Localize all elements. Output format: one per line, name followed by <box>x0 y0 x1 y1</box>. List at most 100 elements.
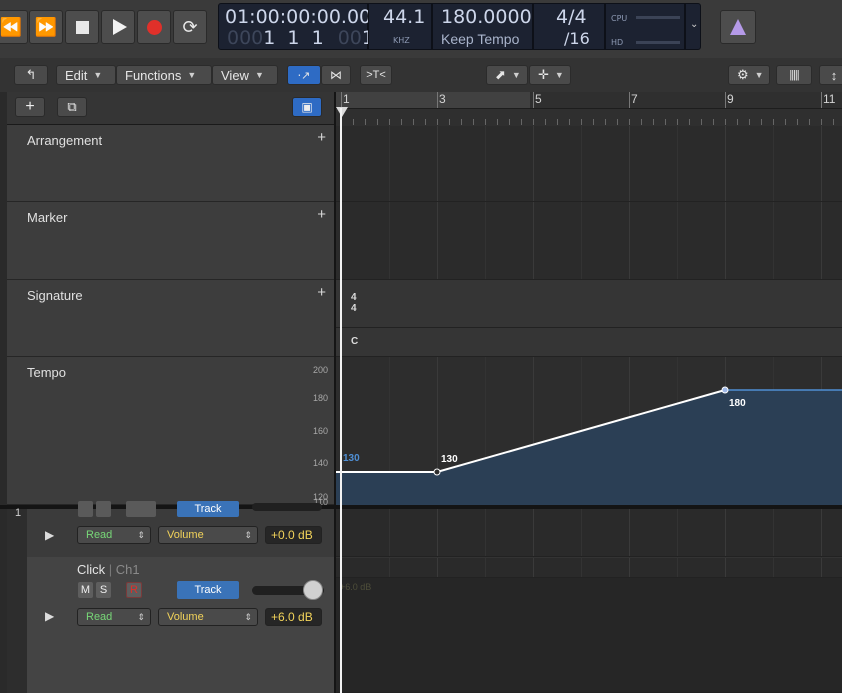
tempo-point[interactable] <box>721 386 729 394</box>
duplicate-track-button[interactable]: ⧉ <box>57 97 87 117</box>
track-header-click[interactable]: Click | Ch1 M S R Track ▶ Read ⇕ Volume ⇕ … <box>7 557 334 693</box>
back-button[interactable]: ↰ <box>14 65 48 85</box>
arrangement-lane[interactable] <box>336 126 842 202</box>
chevron-down-icon: ⌄ <box>690 19 699 30</box>
add-signature-button[interactable]: + <box>317 284 326 301</box>
grid-line <box>677 558 678 577</box>
tempo-scale-label: 180 <box>312 393 328 403</box>
ruler-minor-tick <box>761 119 762 125</box>
track-1-automation-lane[interactable] <box>336 557 842 578</box>
time-signature-event[interactable]: 4 4 <box>351 292 357 314</box>
record-enable-button[interactable]: R <box>126 582 142 598</box>
signature-display[interactable]: 4/4 /16 <box>533 3 605 50</box>
tempo-display[interactable]: 180.0000 Keep Tempo <box>432 3 533 50</box>
record-button[interactable] <box>137 10 171 44</box>
ruler-minor-tick <box>821 119 822 125</box>
signature-lane[interactable]: 4 4 <box>336 280 842 328</box>
marker-lane[interactable] <box>336 202 842 280</box>
mute-button[interactable]: M <box>78 582 93 598</box>
catch-button[interactable]: >T< <box>360 65 392 85</box>
tempo-fill-area <box>336 472 437 505</box>
input-monitor-button[interactable] <box>126 501 156 517</box>
add-arrangement-button[interactable]: + <box>317 129 326 146</box>
lcd-position-display[interactable]: 01:00:00:00.00 0001 1 1001 <box>218 3 374 50</box>
play-button[interactable] <box>101 10 135 44</box>
add-marker-button[interactable]: + <box>317 206 326 223</box>
mute-button[interactable] <box>78 501 93 517</box>
grid-line <box>437 509 438 556</box>
flex-toggle[interactable]: ⋈ <box>321 65 351 85</box>
tempo-value: 180.0000 <box>441 6 532 28</box>
global-track-signature[interactable]: Signature + <box>7 280 334 357</box>
tempo-curve[interactable]: 130 130 180 <box>336 357 842 505</box>
functions-menu[interactable]: Functions ▼ <box>116 65 212 85</box>
edit-menu[interactable]: Edit ▼ <box>56 65 116 85</box>
waveform-zoom-button[interactable]: ||||| <box>776 65 812 85</box>
secondary-tool-menu[interactable]: ✛ ▼ <box>529 65 571 85</box>
view-menu[interactable]: View ▼ <box>212 65 278 85</box>
volume-slider-track[interactable] <box>252 503 322 511</box>
track-button[interactable]: Track <box>177 581 239 599</box>
bar-ruler[interactable]: 1 3 5 7 9 11 <box>336 92 842 127</box>
solo-button[interactable]: S <box>96 582 111 598</box>
vertical-zoom-button[interactable]: ↕ <box>819 65 842 85</box>
grid-line <box>533 509 534 556</box>
tempo-point[interactable] <box>433 468 441 476</box>
chevron-down-icon: ▼ <box>754 70 764 80</box>
grid-line <box>725 126 726 201</box>
timecode-display: 01:00:00:00.00 <box>225 6 372 28</box>
key-lane[interactable]: C <box>336 328 842 357</box>
volume-slider-knob[interactable] <box>303 580 323 600</box>
playhead-marker-icon[interactable] <box>336 107 348 117</box>
automation-value-field[interactable]: +6.0 dB <box>265 608 322 626</box>
automation-mode-select[interactable]: Read ⇕ <box>77 526 151 544</box>
track-1-lane[interactable] <box>336 509 842 557</box>
marker-label: Marker <box>27 210 68 225</box>
global-track-arrangement[interactable]: Arrangement + <box>7 125 334 202</box>
updown-icon: ⇕ <box>244 611 252 622</box>
automation-parameter-select[interactable]: Volume ⇕ <box>158 608 258 626</box>
global-track-tempo[interactable]: Tempo 200 180 160 140 120 110 <box>7 357 334 507</box>
cycle-button[interactable]: ⟳ <box>173 10 207 44</box>
automation-toggle[interactable]: ⋅↗ <box>287 65 321 85</box>
track-button[interactable]: Track <box>177 501 239 517</box>
fast-forward-button[interactable]: ⏩ <box>29 10 63 44</box>
global-tracks-toggle[interactable]: ▣ <box>292 97 322 117</box>
track-header-toolbar: + ⧉ ▣ <box>7 92 334 125</box>
disclosure-triangle-icon[interactable]: ▶ <box>45 609 54 623</box>
metronome-button[interactable] <box>720 10 756 44</box>
ruler-bar-number: 3 <box>439 92 446 106</box>
add-track-button[interactable]: + <box>15 97 45 117</box>
grid-line <box>533 126 534 201</box>
lcd-menu-button[interactable]: ⌄ <box>685 3 701 50</box>
key-signature-event[interactable]: C <box>351 336 358 347</box>
click-track-lane[interactable]: +6.0 dB <box>336 578 842 693</box>
automation-parameter-select[interactable]: Volume ⇕ <box>158 526 258 544</box>
ruler-minor-tick <box>545 119 546 125</box>
playhead-line[interactable] <box>340 108 342 693</box>
global-track-marker[interactable]: Marker + <box>7 202 334 280</box>
settings-menu[interactable]: ⚙ ▼ <box>728 65 770 85</box>
ruler-minor-tick <box>809 119 810 125</box>
rewind-button[interactable]: ⏪ <box>0 10 28 44</box>
solo-button[interactable] <box>96 501 111 517</box>
stop-button[interactable] <box>65 10 99 44</box>
pointer-tool-menu[interactable]: ⬈ ▼ <box>486 65 528 85</box>
gear-icon: ⚙ <box>737 67 749 82</box>
track-header-1[interactable]: 1 Track ▶ Read ⇕ Volume ⇕ +0.0 dB <box>7 501 334 557</box>
ruler-minor-tick <box>785 119 786 125</box>
grid-line <box>581 558 582 577</box>
view-menu-label: View <box>221 67 249 83</box>
tempo-lane[interactable]: 130 130 180 <box>336 357 842 505</box>
grid-line <box>485 202 486 279</box>
track-name[interactable]: Click | Ch1 <box>77 562 140 577</box>
hd-bar <box>636 41 680 44</box>
ruler-minor-tick <box>797 119 798 125</box>
automation-mode-select[interactable]: Read ⇕ <box>77 608 151 626</box>
automation-value-field[interactable]: +0.0 dB <box>265 526 322 544</box>
cpu-meter[interactable]: CPU HD <box>605 3 685 50</box>
cycle-region[interactable] <box>336 92 530 108</box>
disclosure-triangle-icon[interactable]: ▶ <box>45 528 54 542</box>
sample-rate-display[interactable]: 44.1 KHZ <box>368 3 432 50</box>
ruler-major-tick <box>821 92 822 108</box>
